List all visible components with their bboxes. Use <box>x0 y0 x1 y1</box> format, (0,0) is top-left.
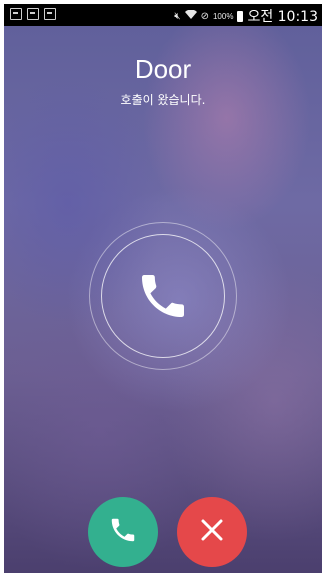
close-icon <box>199 517 225 548</box>
status-bar: 🔇︎ ⊘ 100% 오전 10:13 <box>4 4 322 26</box>
mute-icon: 🔇︎ <box>174 10 181 22</box>
battery-percent: 100% <box>212 11 234 21</box>
screen-icon <box>10 8 22 20</box>
decline-call-button[interactable] <box>177 497 247 567</box>
incoming-call-screen: 🔇︎ ⊘ 100% 오전 10:13 Door 호출이 왔습니다. <box>4 4 322 573</box>
document-icon <box>44 8 56 20</box>
notification-icons <box>10 8 56 20</box>
caller-name: Door <box>134 54 192 84</box>
accept-call-button[interactable] <box>88 497 158 567</box>
wifi-icon <box>184 9 197 23</box>
battery-icon <box>237 10 244 22</box>
do-not-disturb-icon: ⊘ <box>200 10 209 22</box>
phone-icon <box>108 515 138 550</box>
screen-icon <box>27 8 39 20</box>
phone-icon <box>135 268 191 324</box>
call-status-text: 호출이 왔습니다. <box>120 93 206 107</box>
clock: 오전 10:13 <box>247 9 318 25</box>
system-status: 🔇︎ ⊘ 100% 오전 10:13 <box>174 6 318 26</box>
